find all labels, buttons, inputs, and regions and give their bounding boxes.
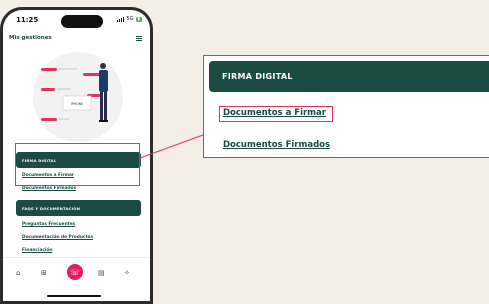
illustration-label: IPHONE: [71, 102, 83, 106]
hamburger-menu-icon[interactable]: [136, 36, 142, 41]
illustration: IPHONE: [41, 63, 108, 122]
grid-icon[interactable]: ⊞: [41, 269, 47, 277]
highlight-box-phone: [15, 143, 140, 186]
status-time: 11:25: [16, 16, 39, 24]
zoom-panel: FIRMA DIGITAL Documentos a Firmar Docume…: [203, 55, 489, 158]
section-header-faqs: FAQS Y DOCUMENTACIÓN: [16, 200, 141, 216]
dynamic-island: [61, 15, 103, 28]
bottom-navigation: ⌂ ⊞ ☏ ▤ ✧: [3, 257, 150, 301]
home-indicator: [47, 295, 101, 297]
link-preguntas-frecuentes[interactable]: Preguntas Frecuentes: [22, 222, 75, 227]
status-indicators: 5G ▮: [117, 16, 142, 22]
link-documentos-firmados[interactable]: Documentos Firmados: [22, 186, 76, 191]
phone-icon[interactable]: ☏: [67, 264, 83, 280]
zoom-link-documentos-firmados[interactable]: Documentos Firmados: [223, 140, 330, 150]
zoom-section-header: FIRMA DIGITAL: [209, 61, 489, 92]
home-icon[interactable]: ⌂: [16, 269, 20, 277]
gift-icon[interactable]: ✧: [124, 269, 130, 277]
battery-icon: ▮: [135, 16, 142, 22]
network-label: 5G: [126, 16, 134, 22]
signal-icon: [117, 16, 125, 22]
page-title: Mis gestiones: [9, 35, 52, 41]
zoom-link-documentos-a-firmar[interactable]: Documentos a Firmar: [223, 108, 326, 118]
link-financiacion[interactable]: Financiación: [22, 248, 52, 253]
document-icon[interactable]: ▤: [98, 269, 105, 277]
link-documentacion-productos[interactable]: Documentación de Productos: [22, 235, 93, 240]
